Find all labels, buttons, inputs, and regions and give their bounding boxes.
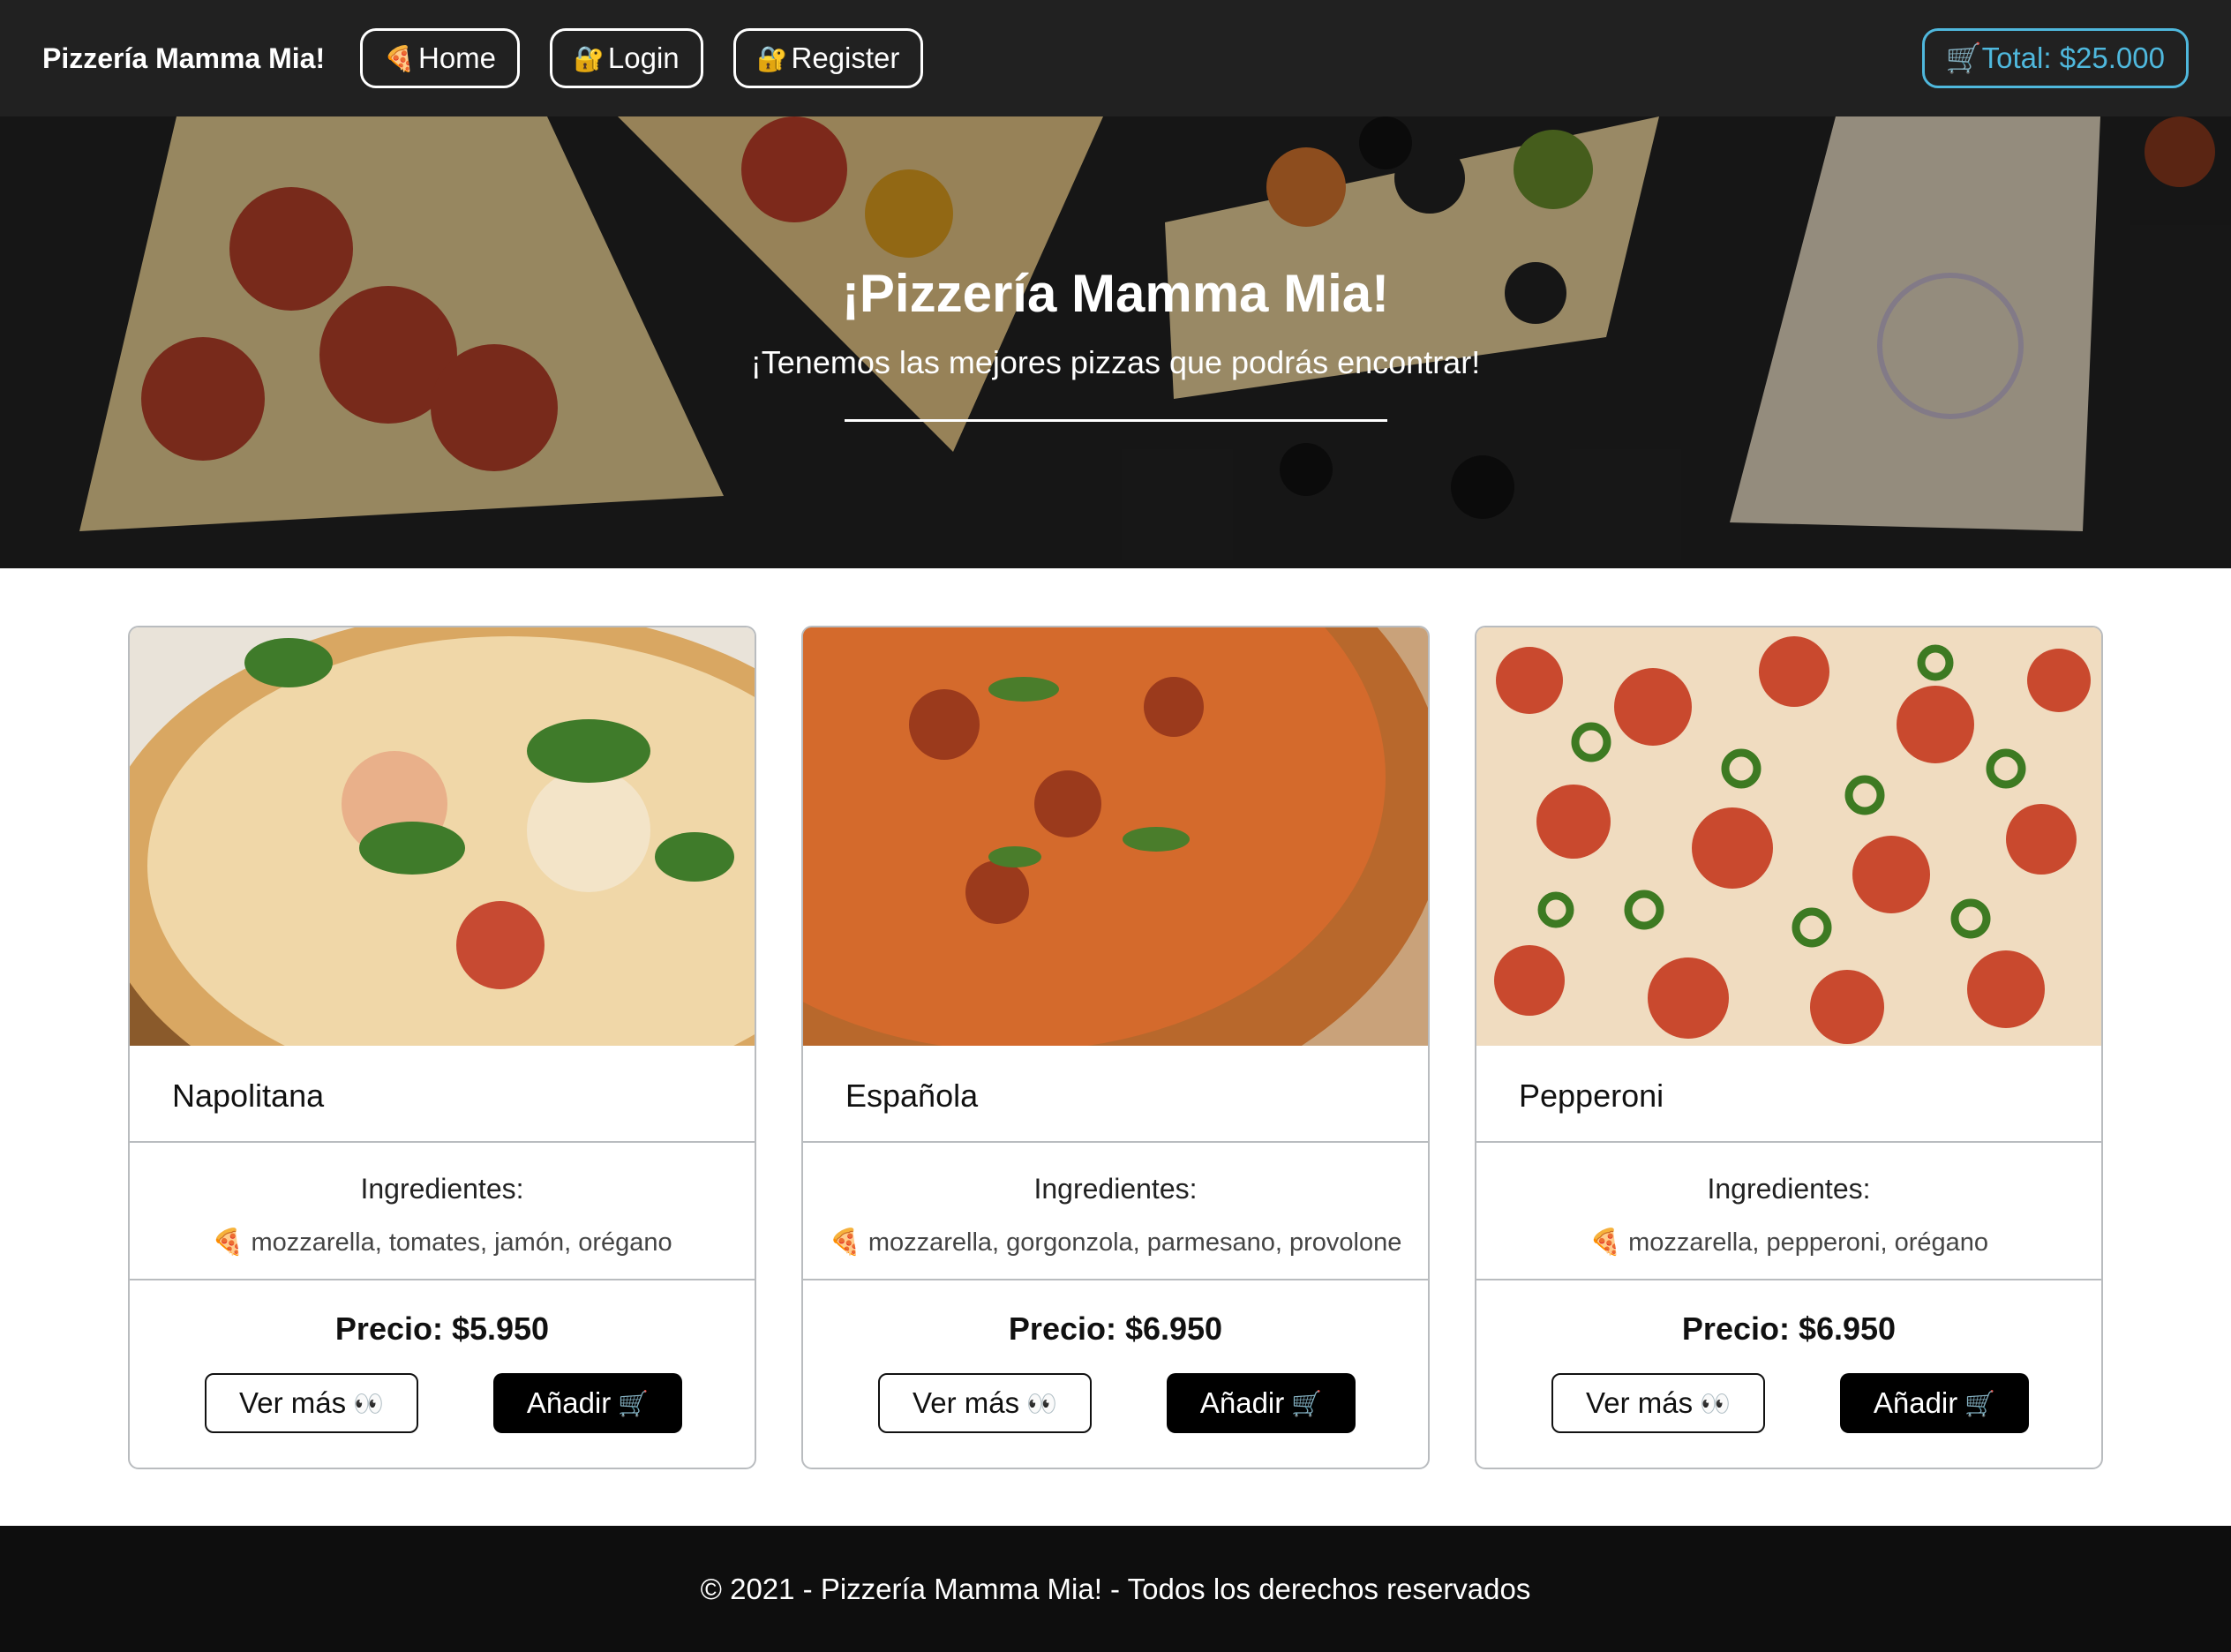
pizza-name: Pepperoni xyxy=(1519,1078,1664,1114)
lock-icon: 🔐 xyxy=(574,44,605,72)
nav-home-button[interactable]: 🍕 Home xyxy=(360,28,521,88)
view-more-button[interactable]: Ver más 👀 xyxy=(878,1373,1092,1433)
nav-register-label: Register xyxy=(791,41,900,74)
add-to-cart-button[interactable]: Añadir 🛒 xyxy=(493,1373,682,1433)
cart-total-label: Total: $25.000 xyxy=(1981,41,2165,74)
hero-banner: ¡Pizzería Mamma Mia! ¡Tenemos las mejore… xyxy=(0,116,2231,568)
nav-login-label: Login xyxy=(607,41,680,74)
cart-total-button[interactable]: 🛒 Total: $25.000 xyxy=(1921,28,2189,88)
ingredients-label: Ingredientes: xyxy=(1033,1173,1198,1205)
add-label: Añadir xyxy=(1873,1386,1958,1419)
cart-icon: 🛒 xyxy=(618,1389,650,1417)
ingredients-list: 🍕 mozzarella, pepperoni, orégano xyxy=(1589,1228,1989,1257)
navbar: Pizzería Mamma Mia! 🍕 Home 🔐 Login 🔐 Reg… xyxy=(0,0,2231,116)
add-label: Añadir xyxy=(1199,1386,1285,1419)
nav-login-button[interactable]: 🔐 Login xyxy=(550,28,703,88)
eyes-icon: 👀 xyxy=(1700,1389,1731,1417)
pizza-card: Española Ingredientes: 🍕 mozzarella, gor… xyxy=(801,626,1430,1469)
hero-divider xyxy=(845,419,1387,422)
view-more-label: Ver más xyxy=(913,1386,1020,1419)
eyes-icon: 👀 xyxy=(353,1389,384,1417)
brand-title: Pizzería Mamma Mia! xyxy=(42,41,326,74)
cart-icon: 🛒 xyxy=(1291,1389,1323,1417)
footer: © 2021 - Pizzería Mamma Mia! - Todos los… xyxy=(0,1526,2231,1652)
pizza-name: Napolitana xyxy=(172,1078,325,1114)
ingredients-list: 🍕 mozzarella, gorgonzola, parmesano, pro… xyxy=(829,1228,1402,1257)
ingredients-label: Ingredientes: xyxy=(1707,1173,1871,1205)
lock-icon: 🔐 xyxy=(756,44,788,72)
pizza-image xyxy=(803,627,1428,1046)
pizza-price: Precio: $5.950 xyxy=(334,1310,550,1347)
view-more-label: Ver más xyxy=(239,1386,347,1419)
pizza-price: Precio: $6.950 xyxy=(1008,1310,1223,1347)
cart-icon: 🛒 xyxy=(1945,41,1982,74)
pizza-card: Napolitana Ingredientes: 🍕 mozzarella, t… xyxy=(128,626,756,1469)
nav-home-label: Home xyxy=(417,41,497,74)
cart-icon: 🛒 xyxy=(1964,1389,1996,1417)
footer-copyright: © 2021 - Pizzería Mamma Mia! - Todos los… xyxy=(700,1572,1531,1605)
pizza-price: Precio: $6.950 xyxy=(1681,1310,1897,1347)
pizza-image xyxy=(1476,627,2101,1046)
add-label: Añadir xyxy=(526,1386,612,1419)
eyes-icon: 👀 xyxy=(1026,1389,1057,1417)
pizza-image xyxy=(130,627,755,1046)
view-more-button[interactable]: Ver más 👀 xyxy=(1551,1373,1765,1433)
nav-register-button[interactable]: 🔐 Register xyxy=(732,28,924,88)
hero-subtitle: ¡Tenemos las mejores pizzas que podrás e… xyxy=(750,344,1481,380)
add-to-cart-button[interactable]: Añadir 🛒 xyxy=(1840,1373,2029,1433)
pizza-name: Española xyxy=(845,1078,979,1114)
view-more-label: Ver más xyxy=(1586,1386,1694,1419)
ingredients-list: 🍕 mozzarella, tomates, jamón, orégano xyxy=(212,1228,672,1257)
pizza-card: Pepperoni Ingredientes: 🍕 mozzarella, pe… xyxy=(1475,626,2103,1469)
add-to-cart-button[interactable]: Añadir 🛒 xyxy=(1167,1373,1356,1433)
hero-title: ¡Pizzería Mamma Mia! xyxy=(841,264,1390,323)
pizza-card-grid: Napolitana Ingredientes: 🍕 mozzarella, t… xyxy=(128,626,2103,1469)
view-more-button[interactable]: Ver más 👀 xyxy=(205,1373,418,1433)
ingredients-label: Ingredientes: xyxy=(360,1173,524,1205)
pizza-icon: 🍕 xyxy=(384,44,415,72)
